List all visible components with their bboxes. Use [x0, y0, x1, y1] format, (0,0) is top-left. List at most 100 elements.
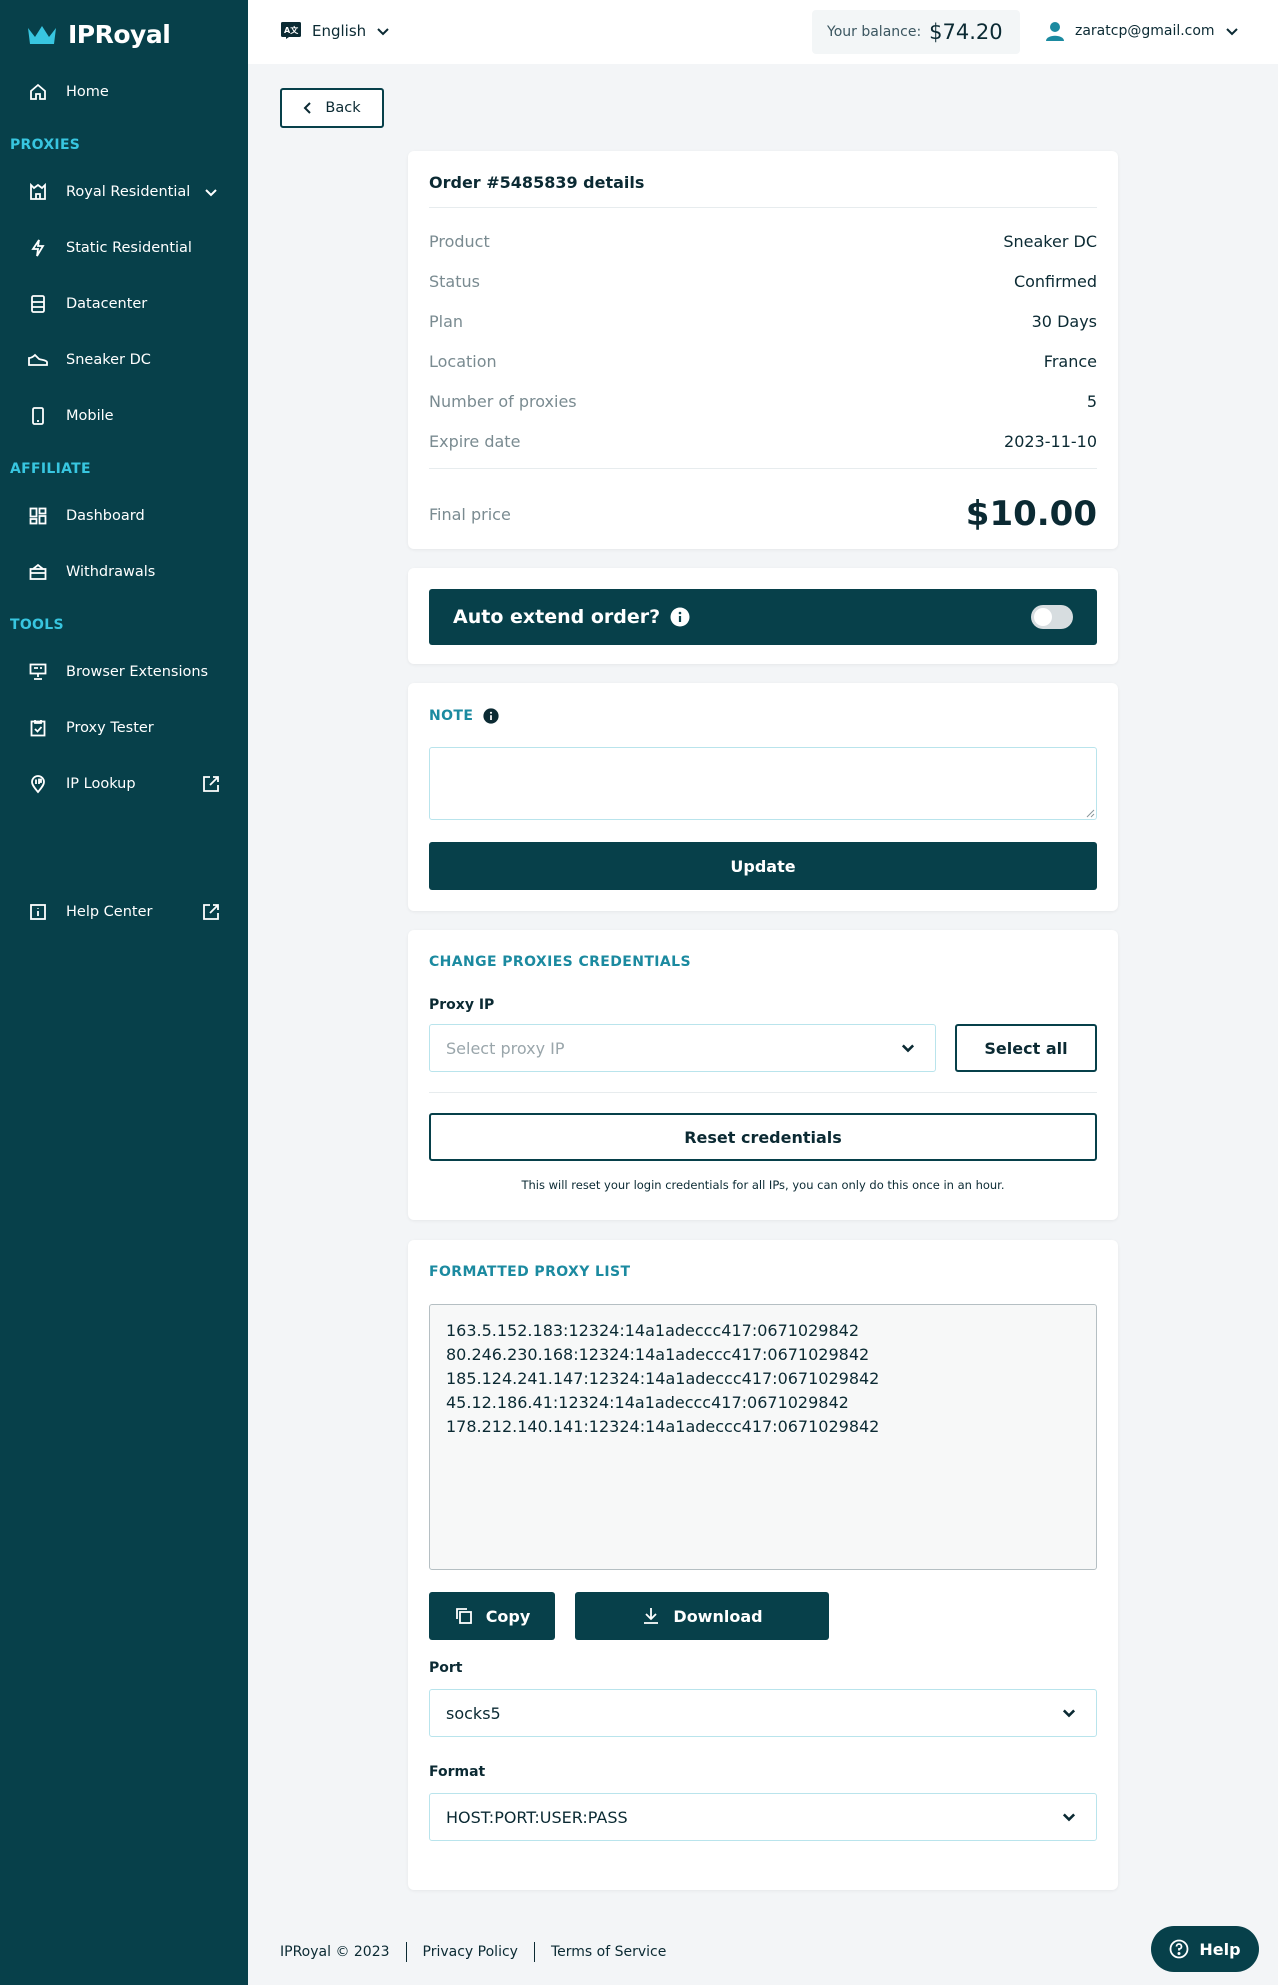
ip-pin-icon	[27, 773, 49, 795]
sidebar-item-label: IP Lookup	[66, 776, 136, 792]
info-icon[interactable]	[670, 607, 690, 627]
sidebar-item-dashboard[interactable]: Dashboard	[0, 494, 248, 538]
download-icon	[644, 1608, 659, 1624]
chevron-down-icon	[1062, 1709, 1076, 1718]
proxy-list-textarea[interactable]: 163.5.152.183:12324:14a1adeccc417:067102…	[429, 1304, 1097, 1570]
copy-button[interactable]: Copy	[429, 1592, 555, 1640]
note-textarea[interactable]	[429, 747, 1097, 820]
chevron-down-icon[interactable]	[200, 181, 222, 203]
detail-value: 5	[1086, 391, 1097, 411]
final-price-label: Final price	[429, 504, 511, 524]
sidebar-item-withdrawals[interactable]: Withdrawals	[0, 550, 248, 594]
proxy-list-card: FORMATTED PROXY LIST 163.5.152.183:12324…	[408, 1240, 1118, 1890]
divider	[429, 1092, 1097, 1093]
help-label: Help	[1199, 1939, 1241, 1959]
info-square-icon	[27, 901, 49, 923]
extension-icon	[27, 661, 49, 683]
phone-icon	[27, 405, 49, 427]
sidebar-item-label: Royal Residential	[66, 184, 191, 200]
detail-value: 30 Days	[1031, 311, 1097, 331]
sidebar-item-royal-residential[interactable]: Royal Residential	[0, 170, 248, 214]
proxy-line: 185.124.241.147:12324:14a1adeccc417:0671…	[446, 1369, 880, 1388]
balance-value: $74.20	[929, 20, 1003, 44]
sidebar-item-static-residential[interactable]: Static Residential	[0, 226, 248, 270]
sidebar-item-help-center[interactable]: Help Center	[0, 890, 248, 934]
sidebar-item-ip-lookup[interactable]: IP Lookup	[0, 762, 248, 806]
sidebar-item-label: Static Residential	[66, 240, 192, 256]
language-label: English	[312, 22, 367, 40]
sidebar-item-datacenter[interactable]: Datacenter	[0, 282, 248, 326]
sidebar-item-home[interactable]: Home	[0, 70, 248, 114]
chevron-down-icon	[1062, 1813, 1076, 1822]
detail-key: Location	[429, 351, 497, 371]
sidebar-item-mobile[interactable]: Mobile	[0, 394, 248, 438]
credentials-card: CHANGE PROXIES CREDENTIALS Proxy IP Sele…	[408, 930, 1118, 1220]
format-select[interactable]: HOST:PORT:USER:PASS	[429, 1793, 1097, 1841]
user-email: zaratcp@gmail.com	[1075, 23, 1215, 39]
detail-value: 2023-11-10	[1004, 431, 1097, 451]
download-label: Download	[673, 1606, 763, 1626]
footer-copyright: IPRoyal © 2023	[280, 1944, 390, 1960]
bolt-icon	[27, 237, 49, 259]
auto-extend-card: Auto extend order?	[408, 568, 1118, 664]
copy-icon	[455, 1608, 472, 1624]
chevron-down-icon	[377, 28, 389, 36]
sidebar-item-label: Home	[66, 84, 109, 100]
section-label-tools: TOOLS	[10, 617, 64, 633]
note-card: NOTE Update	[408, 683, 1118, 911]
home-icon	[27, 81, 49, 103]
language-selector[interactable]: A文 English	[280, 20, 390, 42]
detail-value: France	[1043, 351, 1097, 371]
auto-extend-toggle[interactable]	[1031, 605, 1073, 629]
external-link-icon[interactable]	[200, 901, 222, 923]
final-price-value: $10.00	[965, 494, 1097, 534]
port-value: socks5	[446, 1703, 501, 1723]
auto-extend-label: Auto extend order?	[453, 606, 661, 628]
resize-handle-icon[interactable]	[1085, 808, 1095, 818]
sneaker-icon	[27, 349, 49, 371]
castle-icon	[27, 181, 49, 203]
copy-label: Copy	[485, 1606, 531, 1626]
back-button[interactable]: Back	[280, 88, 384, 128]
final-price-row: Final price $10.00	[429, 489, 1097, 539]
logo[interactable]: IPRoyal	[26, 20, 171, 49]
sidebar-item-browser-extensions[interactable]: Browser Extensions	[0, 650, 248, 694]
sidebar-item-sneaker-dc[interactable]: Sneaker DC	[0, 338, 248, 382]
sidebar-item-proxy-tester[interactable]: Proxy Tester	[0, 706, 248, 750]
proxy-line: 45.12.186.41:12324:14a1adeccc417:0671029…	[446, 1393, 849, 1412]
proxy-ip-label: Proxy IP	[429, 997, 495, 1013]
info-icon[interactable]	[483, 708, 499, 724]
detail-row: Plan 30 Days	[429, 309, 1097, 333]
format-value: HOST:PORT:USER:PASS	[446, 1807, 628, 1827]
detail-key: Product	[429, 231, 490, 251]
detail-row: Expire date 2023-11-10	[429, 429, 1097, 453]
note-title: NOTE	[429, 708, 499, 724]
external-link-icon[interactable]	[200, 773, 222, 795]
help-button[interactable]: Help	[1151, 1926, 1259, 1972]
divider	[429, 207, 1097, 208]
wallet-icon	[27, 561, 49, 583]
sidebar-item-label: Datacenter	[66, 296, 148, 312]
reset-credentials-button[interactable]: Reset credentials	[429, 1113, 1097, 1161]
clipboard-check-icon	[27, 717, 49, 739]
footer-privacy-link[interactable]: Privacy Policy	[423, 1944, 518, 1960]
download-button[interactable]: Download	[575, 1592, 829, 1640]
update-button[interactable]: Update	[429, 842, 1097, 890]
detail-row: Product Sneaker DC	[429, 229, 1097, 253]
sidebar-item-label: Mobile	[66, 408, 114, 424]
divider	[429, 468, 1097, 469]
proxy-ip-select[interactable]: Select proxy IP	[429, 1024, 936, 1072]
back-label: Back	[325, 100, 361, 116]
detail-value: Sneaker DC	[1003, 231, 1097, 251]
balance-label: Your balance:	[827, 24, 922, 40]
footer-terms-link[interactable]: Terms of Service	[551, 1944, 666, 1960]
port-select[interactable]: socks5	[429, 1689, 1097, 1737]
toggle-knob	[1034, 608, 1052, 626]
crown-logo-icon	[28, 25, 56, 44]
user-menu[interactable]: zaratcp@gmail.com	[1045, 20, 1239, 42]
logo-text: IPRoyal	[68, 20, 171, 49]
footer-separator	[533, 1942, 535, 1962]
proxy-line: 178.212.140.141:12324:14a1adeccc417:0671…	[446, 1417, 880, 1436]
sidebar-item-label: Withdrawals	[66, 564, 156, 580]
select-all-button[interactable]: Select all	[955, 1024, 1097, 1072]
